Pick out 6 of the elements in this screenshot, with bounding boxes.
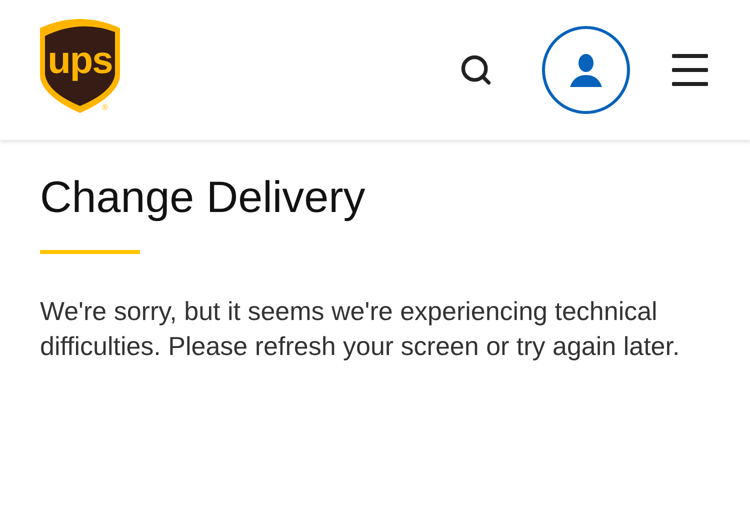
page-title: Change Delivery — [40, 172, 366, 224]
user-icon — [570, 53, 602, 87]
account-button[interactable] — [542, 26, 630, 114]
menu-icon — [672, 54, 708, 86]
search-icon — [459, 53, 493, 87]
error-message: We're sorry, but it seems we're experiencing technical difficulties. Please refresh your screen or try again later. — [40, 295, 681, 363]
